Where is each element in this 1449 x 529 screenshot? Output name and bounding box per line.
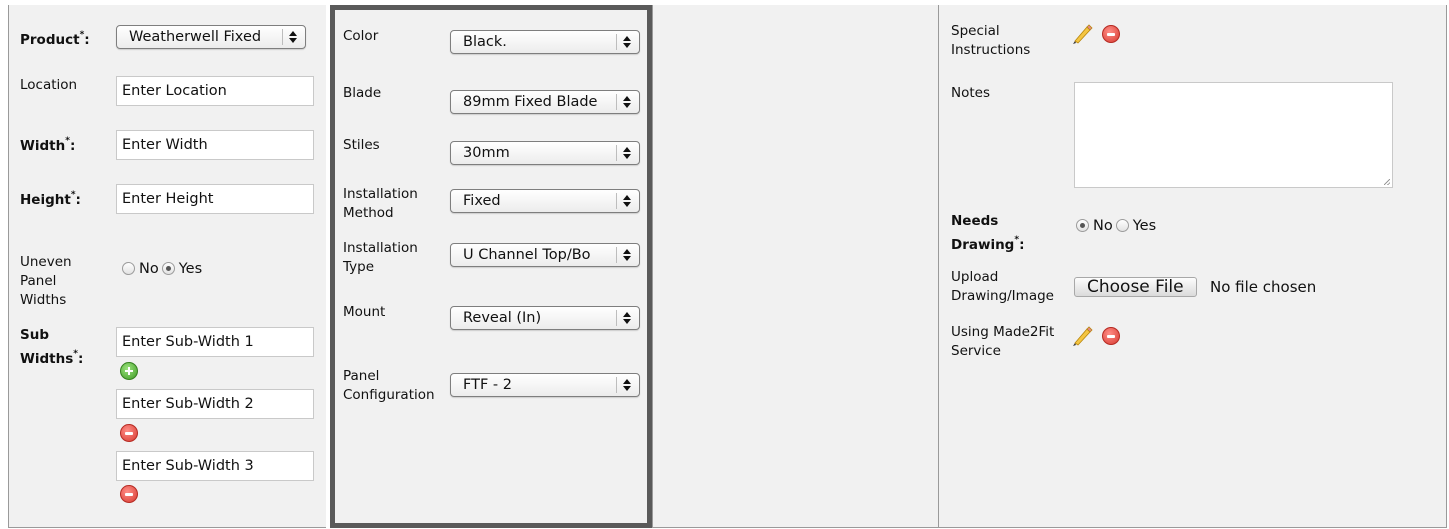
- add-icon[interactable]: [120, 362, 138, 380]
- product-select[interactable]: Weatherwell Fixed: [116, 25, 306, 49]
- height-label: Height*:: [20, 190, 81, 208]
- product-details-panel: Product*: Weatherwell Fixed Location Ent…: [8, 5, 326, 528]
- panel-configuration-label: Panel Configuration: [343, 368, 435, 403]
- product-label: Product*:: [20, 30, 90, 48]
- sub-width-3-input[interactable]: Enter Sub-Width 3: [116, 451, 314, 481]
- made2fit-label: Using Made2Fit Service: [951, 324, 1055, 359]
- mount-label: Mount: [343, 304, 386, 320]
- remove-icon[interactable]: [120, 485, 138, 503]
- width-label: Width*:: [20, 136, 76, 154]
- notes-textarea[interactable]: [1074, 82, 1393, 188]
- remove-icon[interactable]: [1102, 25, 1120, 43]
- file-status-text: No file chosen: [1210, 278, 1317, 296]
- chevron-updown-icon: [623, 34, 631, 50]
- color-label: Color: [343, 28, 379, 44]
- installation-type-select-value: U Channel Top/Bo: [463, 247, 591, 263]
- pencil-icon[interactable]: [1071, 325, 1093, 347]
- chevron-updown-icon: [623, 377, 631, 393]
- panel-configuration-select-value: FTF - 2: [463, 377, 512, 393]
- uneven-no-label: No: [139, 261, 159, 277]
- notes-label: Notes: [951, 85, 990, 101]
- mount-select[interactable]: Reveal (In): [450, 306, 640, 330]
- needs-drawing-label: Needs Drawing*:: [951, 213, 1025, 253]
- chevron-updown-icon: [289, 29, 297, 45]
- resize-grip-icon[interactable]: [1384, 179, 1390, 185]
- extra-details-panel: Special Instructions Notes Needs Drawing…: [938, 5, 1447, 528]
- location-label: Location: [20, 77, 78, 93]
- remove-icon[interactable]: [1102, 327, 1120, 345]
- empty-panel: [652, 5, 938, 528]
- needs-drawing-no-radio[interactable]: [1076, 219, 1089, 232]
- upload-drawing-label: Upload Drawing/Image: [951, 269, 1054, 304]
- installation-method-label: Installation Method: [343, 186, 418, 221]
- chevron-updown-icon: [623, 94, 631, 110]
- stiles-label: Stiles: [343, 137, 380, 153]
- needs-drawing-no-label: No: [1093, 218, 1113, 234]
- chevron-updown-icon: [623, 310, 631, 326]
- stiles-select-value: 30mm: [463, 145, 510, 161]
- chevron-updown-icon: [623, 145, 631, 161]
- location-input[interactable]: Enter Location: [116, 76, 314, 106]
- stiles-select[interactable]: 30mm: [450, 141, 640, 165]
- sub-widths-label: Sub Widths*:: [20, 327, 84, 367]
- uneven-radio-group: No Yes: [122, 261, 205, 277]
- color-select[interactable]: Black.: [450, 30, 640, 54]
- installation-method-select-value: Fixed: [463, 193, 501, 209]
- chevron-updown-icon: [623, 193, 631, 209]
- blade-select-value: 89mm Fixed Blade: [463, 94, 598, 110]
- choose-file-button[interactable]: Choose File: [1074, 277, 1197, 297]
- installation-method-select[interactable]: Fixed: [450, 189, 640, 213]
- width-input[interactable]: Enter Width: [116, 130, 314, 160]
- blade-select[interactable]: 89mm Fixed Blade: [450, 90, 640, 114]
- mount-select-value: Reveal (In): [463, 310, 542, 326]
- options-panel: Color Black. Blade 89mm Fixed Blade Stil…: [330, 5, 652, 528]
- needs-drawing-radio-group: No Yes: [1076, 218, 1159, 234]
- sub-width-2-input[interactable]: Enter Sub-Width 2: [116, 389, 314, 419]
- chevron-updown-icon: [623, 247, 631, 263]
- height-input[interactable]: Enter Height: [116, 184, 314, 214]
- uneven-yes-label: Yes: [178, 261, 203, 277]
- needs-drawing-yes-radio[interactable]: [1115, 219, 1129, 232]
- remove-icon[interactable]: [120, 424, 138, 442]
- installation-type-label: Installation Type: [343, 240, 418, 275]
- panel-configuration-select[interactable]: FTF - 2: [450, 373, 640, 397]
- blade-label: Blade: [343, 85, 382, 101]
- product-select-value: Weatherwell Fixed: [129, 29, 262, 45]
- installation-type-select[interactable]: U Channel Top/Bo: [450, 243, 640, 267]
- uneven-yes-radio[interactable]: [161, 262, 175, 275]
- needs-drawing-yes-label: Yes: [1132, 218, 1157, 234]
- sub-width-1-input[interactable]: Enter Sub-Width 1: [116, 327, 314, 357]
- pencil-icon[interactable]: [1071, 23, 1093, 45]
- special-instructions-label: Special Instructions: [951, 23, 1031, 58]
- uneven-panel-widths-label: Uneven Panel Widths: [20, 254, 72, 308]
- color-select-value: Black.: [463, 34, 507, 50]
- uneven-no-radio[interactable]: [122, 262, 135, 275]
